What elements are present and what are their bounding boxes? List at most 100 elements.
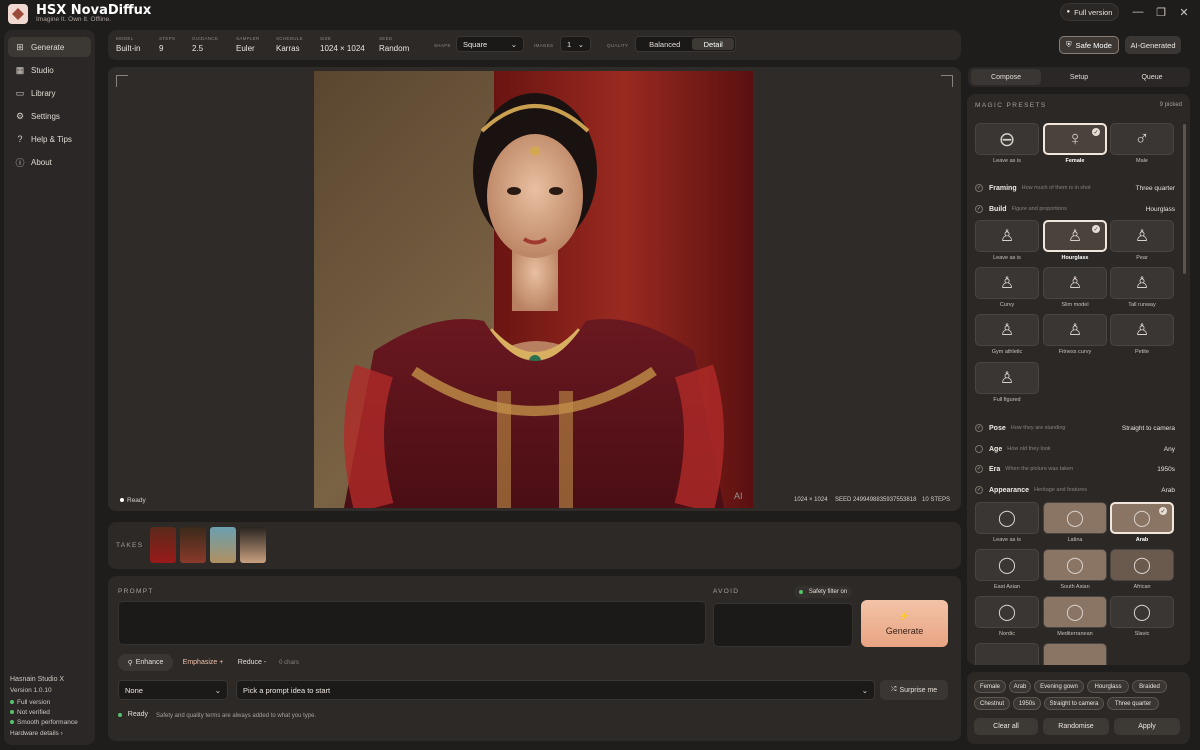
age-row[interactable]: Age How old they look Any [975,442,1175,456]
panel-scrollbar[interactable] [1183,124,1186,274]
take-thumbnail[interactable] [150,527,176,563]
nav-settings[interactable]: ⚙ Settings [8,106,91,126]
shield-icon: ⛨ [1066,40,1072,49]
preset-leave-as-is[interactable]: ⊖ [975,123,1039,155]
param-sampler[interactable]: SAMPLER Euler [236,36,260,53]
shape-select[interactable]: Square ⌄ [456,36,524,52]
appearance-tile[interactable]: ◯ [1110,596,1174,628]
presets-count: 9 picked [1159,102,1182,108]
era-row[interactable]: ✓ Era When the picture was taken 1950s [975,462,1175,476]
build-tile[interactable]: ♙ [1110,220,1174,252]
ai-generated-badge[interactable]: AI-Generated [1125,36,1181,54]
safe-mode-button[interactable]: ⛨ Safe Mode [1059,36,1119,54]
figure-icon: ♙ [999,370,1015,387]
appearance-tile[interactable]: ◯ [975,596,1039,628]
generate-button[interactable]: ⚡ Generate [861,600,948,647]
appearance-tile[interactable] [975,643,1039,665]
magic-presets-panel: MAGIC PRESETS 9 picked ⊖ Leave as is ♀ ✓ … [967,94,1190,665]
tag-chip[interactable]: Arab [1009,680,1031,693]
chevron-down-icon: ⌄ [577,39,584,49]
female-icon: ♀ [1067,127,1083,150]
tag-chip[interactable]: Female [974,680,1006,693]
build-tile-hourglass[interactable]: ♙ ✓ [1043,220,1107,252]
build-tile[interactable]: ♙ [975,362,1039,394]
person-icon: ◯ [1066,510,1084,527]
tab-setup[interactable]: Setup [1044,69,1114,85]
tag-chip[interactable]: Braided [1132,680,1167,693]
figure-icon: ♙ [1067,275,1083,292]
param-seed[interactable]: SEED Random [379,36,409,53]
take-thumbnail[interactable] [180,527,206,563]
tag-chip[interactable]: Hourglass [1087,680,1129,693]
build-tile[interactable]: ♙ [975,267,1039,299]
avoid-input[interactable] [713,603,853,647]
prompt-idea-select[interactable]: Pick a prompt idea to start ⌄ [236,680,875,700]
reduce-button[interactable]: Reduce - [230,654,274,671]
appearance-tile[interactable] [1043,643,1107,665]
param-guidance[interactable]: GUIDANCE 2.5 [192,36,218,53]
appearance-tile[interactable]: ◯ [1043,596,1107,628]
appearance-tile[interactable]: ◯ [1043,549,1107,581]
full-version-badge[interactable]: ● Full version [1060,3,1119,21]
pose-row[interactable]: ✓ Pose How they are standing Straight to ca… [975,421,1175,435]
style-select[interactable]: None ⌄ [118,680,228,700]
tag-chip[interactable]: Three quarter [1107,697,1159,710]
tag-chip[interactable]: Straight to camera [1044,697,1104,710]
prompt-input[interactable] [118,601,706,645]
minimize-button[interactable]: — [1130,4,1146,20]
param-schedule[interactable]: SCHEDULE Karras [276,36,303,53]
enhance-button[interactable]: ⚲ Enhance [118,654,173,671]
hardware-link[interactable]: Hardware details › [10,730,63,737]
quality-label: QUALITY [607,43,629,48]
preset-female[interactable]: ♀ ✓ [1043,123,1107,155]
build-tile[interactable]: ♙ [1110,314,1174,346]
prompt-note: Safety and quality terms are always adde… [156,713,317,719]
build-tile[interactable]: ♙ [975,220,1039,252]
images-select[interactable]: 1 ⌄ [560,36,591,52]
appearance-tile[interactable]: ◯ [975,502,1039,534]
appearance-row[interactable]: ✓ Appearance Heritage and features Arab [975,483,1175,497]
person-icon: ◯ [1133,557,1151,574]
build-tile[interactable]: ♙ [1043,267,1107,299]
appearance-tile[interactable]: ◯ [975,549,1039,581]
nav-studio[interactable]: ▦ Studio [8,60,91,80]
param-model[interactable]: MODEL Built-in [116,36,140,53]
build-tile[interactable]: ♙ [975,314,1039,346]
tag-chip[interactable]: 1950s [1013,697,1041,710]
appearance-tile-arab[interactable]: ◯ ✓ [1110,502,1174,534]
generated-image[interactable] [314,71,753,508]
title-bar: HSX NovaDiffux Imagine It. Own It. Offli… [0,0,1200,26]
status-performance: Smooth performance [10,719,78,726]
preset-male[interactable]: ♂ [1110,123,1174,155]
take-thumbnail[interactable] [240,527,266,563]
tag-chip[interactable]: Chestnut [974,697,1010,710]
maximize-button[interactable]: ❐ [1153,4,1169,20]
appearance-tile[interactable]: ◯ [1043,502,1107,534]
take-thumbnail[interactable] [210,527,236,563]
build-tile[interactable]: ♙ [1043,314,1107,346]
quality-detail[interactable]: Detail [692,38,734,50]
nav-help[interactable]: ? Help & Tips [8,129,91,149]
clear-all-button[interactable]: Clear all [974,718,1038,735]
nav-generate[interactable]: ⊞ Generate [8,37,91,57]
tab-queue[interactable]: Queue [1117,69,1187,85]
right-tabs: Compose Setup Queue [968,67,1190,87]
randomise-button[interactable]: Randomise [1043,718,1109,735]
apply-button[interactable]: Apply [1114,718,1180,735]
param-size[interactable]: SIZE 1024 × 1024 [320,36,365,53]
gear-icon: ⚙ [15,110,25,121]
appearance-tile[interactable]: ◯ [1110,549,1174,581]
nav-about[interactable]: ⓘ About [8,152,91,172]
nav-library[interactable]: ▭ Library [8,83,91,103]
quality-balanced[interactable]: Balanced [637,38,692,50]
tab-compose[interactable]: Compose [971,69,1041,85]
wand-icon: ⚲ [127,659,133,667]
close-button[interactable]: ✕ [1176,4,1192,20]
tag-chip[interactable]: Evening gown [1034,680,1084,693]
surprise-me-button[interactable]: ⤮ Surprise me [880,680,948,700]
build-row[interactable]: ✓ Build Figure and proportions Hourglass [975,202,1175,216]
emphasize-button[interactable]: Emphasize + [178,654,228,671]
param-steps[interactable]: STEPS 9 [159,36,175,53]
framing-row[interactable]: ✓ Framing How much of them is in shot Three… [975,181,1175,195]
build-tile[interactable]: ♙ [1110,267,1174,299]
